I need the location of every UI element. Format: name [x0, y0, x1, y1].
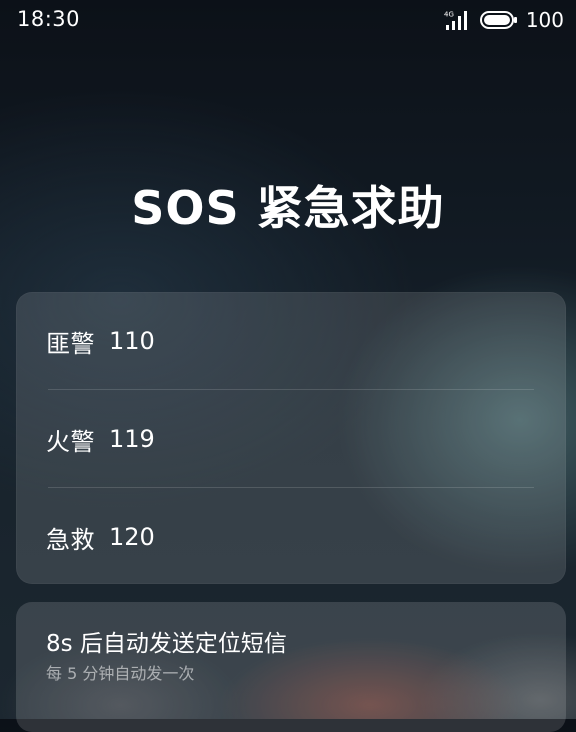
contact-row-ambulance[interactable]: 急救 120 [16, 488, 566, 586]
contact-label: 急救 [46, 525, 95, 554]
status-bar: 18:30 4G 100 [0, 0, 576, 40]
status-time: 18:30 [17, 7, 81, 31]
contact-number: 110 [109, 327, 155, 355]
signal-4g-icon: 4G [444, 11, 467, 30]
contact-row-police[interactable]: 匪警 110 [16, 292, 566, 390]
network-label: 4G [444, 11, 454, 19]
emergency-contacts-card: 匪警 110 火警 119 急救 120 [16, 292, 566, 584]
contact-number: 119 [109, 425, 155, 453]
page-title: SOS 紧急求助 [131, 181, 445, 235]
auto-sms-subtitle: 每 5 分钟自动发一次 [46, 664, 195, 683]
auto-sms-card[interactable]: 8s 后自动发送定位短信 每 5 分钟自动发一次 [16, 602, 566, 732]
contact-number: 120 [109, 523, 155, 551]
status-icons: 4G 100 [444, 9, 564, 31]
battery-level: 100 [525, 8, 564, 32]
contact-label: 火警 [46, 427, 95, 456]
contact-label: 匪警 [46, 329, 95, 358]
contact-row-fire[interactable]: 火警 119 [16, 390, 566, 488]
auto-sms-title: 8s 后自动发送定位短信 [46, 631, 287, 657]
battery-icon [479, 11, 517, 29]
